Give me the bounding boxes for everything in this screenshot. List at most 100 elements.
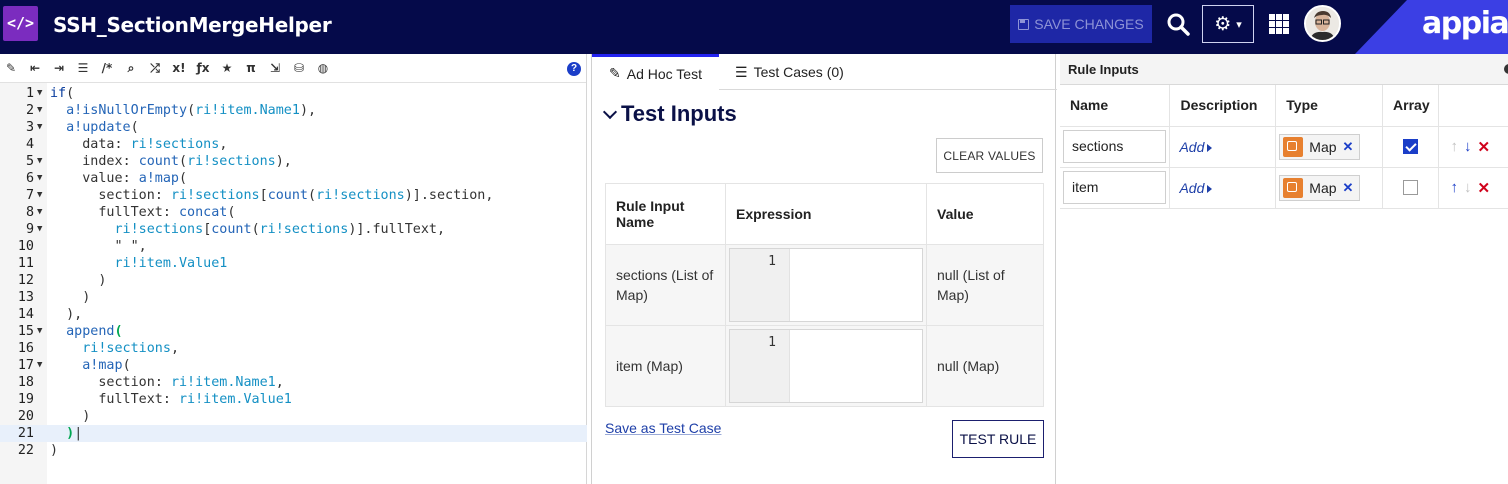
fold-toggle-icon[interactable]: ▼: [37, 221, 42, 238]
exit-icon[interactable]: ⇲: [264, 58, 286, 78]
search-icon[interactable]: ⌕: [120, 58, 142, 78]
globe-icon[interactable]: ◍: [312, 58, 334, 78]
clear-values-button[interactable]: CLEAR VALUES: [936, 138, 1043, 173]
type-cell: Map ✕: [1275, 167, 1384, 209]
code-line[interactable]: 8 ▼ fullText: concat(: [0, 204, 587, 221]
code-line[interactable]: 2 ▼ a!isNullOrEmpty(ri!item.Name1),: [0, 102, 587, 119]
code-line[interactable]: 7 ▼ section: ri!sections[count(ri!section…: [0, 187, 587, 204]
fold-toggle-icon[interactable]: ▼: [37, 85, 42, 102]
line-number: 3: [25, 120, 34, 135]
expression-input[interactable]: 1: [729, 248, 923, 322]
fold-toggle-icon[interactable]: ▼: [37, 119, 42, 136]
avatar[interactable]: [1304, 5, 1341, 42]
type-cell: Map ✕: [1275, 126, 1384, 168]
description-cell: Add: [1169, 126, 1277, 168]
remove-type-icon[interactable]: ✕: [1343, 180, 1354, 196]
fold-toggle-icon[interactable]: ▼: [37, 170, 42, 187]
code-line[interactable]: 11 ri!item.Value1: [0, 255, 587, 272]
type-pill[interactable]: Map ✕: [1279, 133, 1361, 160]
line-number: 2: [25, 103, 34, 118]
code-line[interactable]: 16 ri!sections,: [0, 340, 587, 357]
code-line[interactable]: 17 ▼ a!map(: [0, 357, 587, 374]
search-icon[interactable]: [1166, 12, 1190, 36]
x-bang-icon[interactable]: x!: [168, 58, 190, 78]
collapse-icon[interactable]: [1504, 64, 1508, 74]
code-text: data: ri!sections,: [82, 137, 228, 152]
code-line[interactable]: 19 fullText: ri!item.Value1: [0, 391, 587, 408]
code-line[interactable]: 21 )|: [0, 425, 587, 442]
code-line[interactable]: 1 ▼ if(: [0, 85, 587, 102]
array-checkbox[interactable]: [1403, 180, 1419, 195]
tab-test-cases[interactable]: ☰ Test Cases (0): [735, 54, 844, 90]
expression-input[interactable]: 1: [729, 329, 923, 403]
fold-toggle-icon[interactable]: ▼: [37, 153, 42, 170]
fx-icon[interactable]: ƒx: [192, 58, 214, 78]
remove-type-icon[interactable]: ✕: [1343, 139, 1354, 155]
tab-ad-hoc-test[interactable]: ✎ Ad Hoc Test: [592, 54, 719, 90]
code-line[interactable]: 15 ▼ append(: [0, 323, 587, 340]
code-line[interactable]: 13 ): [0, 289, 587, 306]
array-checkbox[interactable]: [1403, 139, 1419, 154]
fold-toggle-icon[interactable]: ▼: [37, 187, 42, 204]
save-as-test-case-link[interactable]: Save as Test Case: [605, 420, 721, 436]
help-icon[interactable]: ?: [567, 62, 581, 76]
pi-icon[interactable]: π: [240, 58, 262, 78]
code-text: a!update(: [66, 120, 139, 135]
list-icon[interactable]: ☰: [72, 58, 94, 78]
move-down-icon[interactable]: ↓: [1464, 179, 1472, 196]
app-title: SSH_SectionMergeHelper: [53, 13, 332, 37]
type-pill[interactable]: Map ✕: [1279, 174, 1361, 201]
code-line[interactable]: 22): [0, 442, 587, 459]
fold-toggle-icon[interactable]: ▼: [37, 357, 42, 374]
delete-icon[interactable]: ✕: [1477, 179, 1490, 197]
code-text: ),: [66, 307, 83, 322]
value-cell: null (Map): [926, 325, 1044, 407]
test-inputs-toggle[interactable]: Test Inputs: [602, 101, 737, 127]
settings-button[interactable]: ⚙ ▾: [1202, 5, 1254, 43]
table-row: sections Add Map ✕ ↑ ↓ ✕: [1060, 126, 1508, 168]
name-input[interactable]: sections: [1063, 130, 1166, 163]
fold-toggle-icon[interactable]: ▼: [37, 102, 42, 119]
code-line[interactable]: 4 data: ri!sections,: [0, 136, 587, 153]
code-line[interactable]: 3 ▼ a!update(: [0, 119, 587, 136]
save-changes-button[interactable]: SAVE CHANGES: [1010, 5, 1152, 43]
indent-icon[interactable]: ⇥: [48, 58, 70, 78]
move-up-icon[interactable]: ↑: [1450, 138, 1458, 155]
add-description-link[interactable]: Add: [1173, 139, 1212, 155]
tab-label: Test Cases (0): [753, 64, 844, 80]
move-up-icon[interactable]: ↑: [1450, 179, 1458, 196]
code-line[interactable]: 18 section: ri!item.Name1,: [0, 374, 587, 391]
name-input[interactable]: item: [1063, 171, 1166, 204]
move-down-icon[interactable]: ↓: [1464, 138, 1472, 155]
code-line[interactable]: 20 ): [0, 408, 587, 425]
column-header: Rule Input Name: [605, 183, 726, 245]
fold-toggle-icon[interactable]: ▼: [37, 323, 42, 340]
code-text: " ",: [114, 239, 147, 254]
code-line[interactable]: 14 ),: [0, 306, 587, 323]
code-icon: </>: [3, 6, 38, 41]
database-icon[interactable]: ⛁: [288, 58, 310, 78]
grid-icon[interactable]: [1269, 14, 1289, 34]
code-text: a!map(: [82, 358, 131, 373]
comment-icon[interactable]: /*: [96, 58, 118, 78]
code-line[interactable]: 6 ▼ value: a!map(: [0, 170, 587, 187]
shuffle-icon[interactable]: ⤮: [144, 58, 166, 78]
code-area[interactable]: 1 ▼ if(2 ▼ a!isNullOrEmpty(ri!item.Name1), 3…: [0, 85, 587, 459]
magic-wand-icon[interactable]: ✎: [0, 58, 22, 78]
expression-editor[interactable]: ✎ ⇤ ⇥ ☰/* ⌕ ⤮ x! ƒx ★ π ⇲ ⛁ ◍ ? 1 ▼ if(2 ▼ a!isNullOrEm…: [0, 54, 587, 484]
top-header: </> SSH_SectionMergeHelper SAVE CHANGES …: [0, 0, 1508, 54]
table-row: item (Map) 1 null (Map): [605, 325, 1044, 407]
fold-toggle-icon[interactable]: ▼: [37, 204, 42, 221]
code-line[interactable]: 9 ▼ ri!sections[count(ri!sections)].fullT…: [0, 221, 587, 238]
add-description-link[interactable]: Add: [1173, 180, 1212, 196]
code-text: ): [82, 290, 91, 305]
test-rule-button[interactable]: TEST RULE: [952, 420, 1044, 458]
delete-icon[interactable]: ✕: [1477, 138, 1490, 156]
code-line[interactable]: 5 ▼ index: count(ri!sections),: [0, 153, 587, 170]
outdent-icon[interactable]: ⇤: [24, 58, 46, 78]
code-line[interactable]: 12 ): [0, 272, 587, 289]
star-icon[interactable]: ★: [216, 58, 238, 78]
line-number: 22: [17, 443, 34, 458]
code-line[interactable]: 10 " ",: [0, 238, 587, 255]
name-cell: item: [1060, 167, 1171, 209]
